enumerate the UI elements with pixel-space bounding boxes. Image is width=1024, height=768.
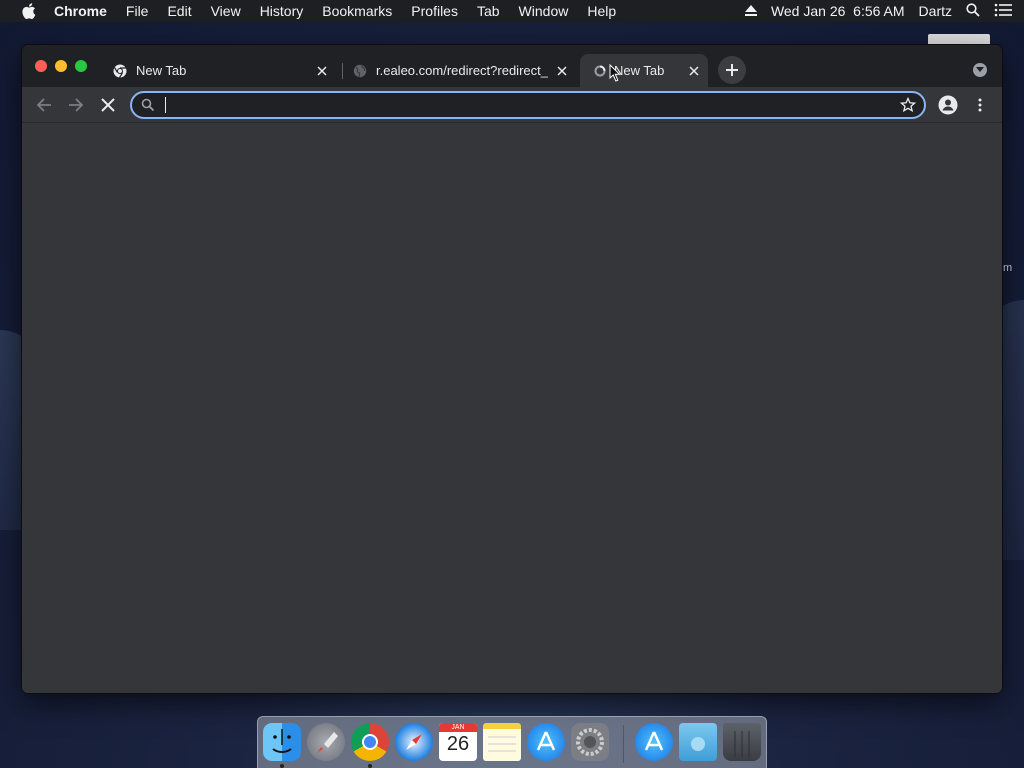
window-close-button[interactable] [35,60,47,72]
tab-close-icon[interactable] [686,63,702,79]
notification-center-icon[interactable] [994,3,1012,20]
browser-toolbar [22,87,1002,123]
menu-app-name[interactable]: Chrome [54,3,107,19]
calendar-icon[interactable]: JAN 26 [439,723,477,761]
menu-file[interactable]: File [126,3,149,19]
menu-window[interactable]: Window [519,3,569,19]
tab-close-icon[interactable] [314,63,330,79]
more-vert-icon [978,98,982,112]
system-preferences-icon[interactable] [571,723,609,761]
menu-tab[interactable]: Tab [477,3,500,19]
notes-icon[interactable] [483,723,521,761]
loading-icon [592,63,608,79]
running-indicator [280,764,284,768]
plus-icon [726,64,738,76]
calendar-month: JAN [439,723,477,732]
chevron-down-icon [976,67,984,72]
downloads-folder-icon[interactable] [679,723,717,761]
tab-new-tab-active[interactable]: New Tab [580,54,708,87]
tab-close-icon[interactable] [554,63,570,79]
user-name[interactable]: Dartz [919,3,952,19]
menu-view[interactable]: View [211,3,241,19]
app-store-download-icon[interactable] [635,723,673,761]
address-input[interactable] [162,95,882,115]
google-chrome-icon[interactable] [351,723,389,761]
dock: JAN 26 [257,716,767,768]
tab-title: New Tab [136,63,187,78]
window-zoom-button[interactable] [75,60,87,72]
back-button[interactable] [33,94,55,116]
menu-edit[interactable]: Edit [167,3,191,19]
menu-help[interactable]: Help [587,3,616,19]
new-tab-button[interactable] [718,56,746,84]
search-icon [141,98,155,112]
page-content-area[interactable] [22,124,1002,693]
dock-separator [623,725,624,763]
address-bar[interactable] [130,91,926,119]
tab-title: r.ealeo.com/redirect?redirect_i [376,63,548,78]
clock[interactable]: Wed Jan 26 6:56 AM [771,3,905,19]
menu-bar-status-area: Wed Jan 26 6:56 AM Dartz [744,0,1024,22]
tab-redirect[interactable]: r.ealeo.com/redirect?redirect_i [344,54,576,87]
stop-loading-button[interactable] [97,94,119,116]
window-minimize-button[interactable] [55,60,67,72]
globe-icon [352,63,368,79]
tab-search-button[interactable] [973,63,987,77]
bookmark-star-icon[interactable] [900,97,916,113]
tab-separator [342,63,343,79]
safari-icon[interactable] [395,723,433,761]
profile-button[interactable] [937,94,959,116]
forward-button[interactable] [65,94,87,116]
desktop-partial-label: m [1003,262,1013,274]
chrome-window: New Tab r.ealeo.com/redirect?redirect_i … [22,45,1002,693]
app-store-icon[interactable] [527,723,565,761]
menu-history[interactable]: History [260,3,304,19]
avatar-icon [938,95,958,115]
menu-profiles[interactable]: Profiles [411,3,458,19]
launchpad-icon[interactable] [307,723,345,761]
menu-bar: Chrome File Edit View History Bookmarks … [0,0,1024,22]
text-cursor [165,97,166,113]
forward-arrow-icon [69,98,84,112]
finder-icon[interactable] [263,723,301,761]
apple-menu-icon[interactable] [18,3,40,19]
tab-title: New Tab [614,63,665,78]
running-indicator [368,764,372,768]
chrome-menu-button[interactable] [969,94,991,116]
back-arrow-icon [36,98,51,112]
trash-icon[interactable] [723,723,761,761]
calendar-day: 26 [446,733,470,755]
tab-new-tab-1[interactable]: New Tab [104,54,336,87]
eject-icon[interactable] [744,3,757,19]
mouse-pointer-icon [609,64,621,82]
tab-strip: New Tab r.ealeo.com/redirect?redirect_i … [22,45,1002,87]
chrome-icon [112,63,128,79]
spotlight-search-icon[interactable] [966,2,980,20]
menu-bookmarks[interactable]: Bookmarks [322,3,392,19]
close-icon [101,98,115,112]
